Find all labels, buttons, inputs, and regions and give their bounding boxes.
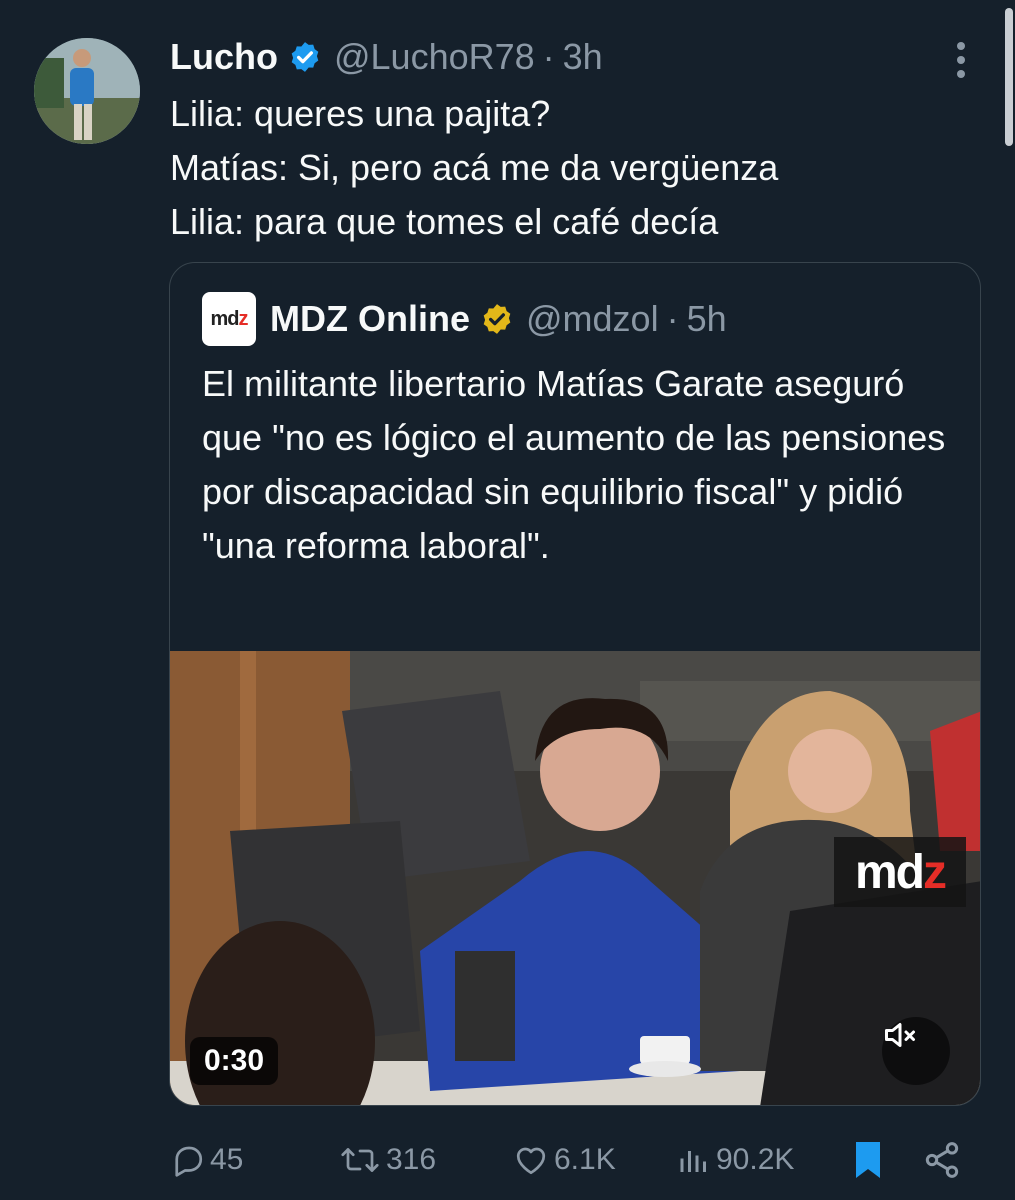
verified-badge-icon [288,40,322,74]
tweet-header: Lucho @LuchoR78 · 3h [170,32,603,82]
gold-verified-badge-icon [480,302,514,336]
tweet-text: Lilia: queres una pajita? Matías: Si, pe… [170,87,970,249]
reply-icon [170,1142,206,1178]
author-handle[interactable]: @LuchoR78 [334,36,535,78]
tweet-line: Matías: Si, pero acá me da vergüenza [170,147,779,188]
author-name[interactable]: Lucho [170,36,278,78]
video-duration: 0:30 [190,1037,279,1085]
mute-icon[interactable] [882,1017,950,1085]
bookmark-button[interactable] [850,1138,886,1182]
tweet-timestamp[interactable]: 3h [563,36,603,78]
video-player[interactable]: md z 0:30 [170,651,980,1105]
tweet-line: Lilia: queres una pajita? [170,93,551,134]
like-icon [512,1142,550,1178]
like-count: 6.1K [554,1143,616,1176]
reply-count: 45 [210,1143,244,1176]
quoted-author-name[interactable]: MDZ Online [270,298,470,340]
retweet-icon [338,1142,382,1178]
bookmark-icon [850,1140,886,1180]
quoted-avatar-logo[interactable]: md z [202,292,256,346]
quoted-timestamp[interactable]: 5h [687,298,727,340]
scrollbar-track[interactable] [1000,0,1015,1200]
retweet-count: 316 [386,1143,437,1176]
quoted-tweet-text: El militante libertario Matías Garate as… [202,363,946,566]
share-icon [922,1140,962,1180]
scrollbar-thumb[interactable] [1005,8,1013,146]
action-bar: 45 316 6.1K 90.2K [170,1138,970,1182]
share-button[interactable] [922,1138,962,1182]
reply-button[interactable]: 45 [170,1138,243,1182]
views-button[interactable]: 90.2K [676,1138,794,1182]
retweet-button[interactable]: 316 [338,1138,436,1182]
views-icon [676,1142,712,1178]
video-watermark-logo: md z [834,837,966,907]
quoted-author-handle[interactable]: @mdzol [526,298,659,340]
avatar[interactable] [34,38,140,144]
quoted-tweet[interactable]: md z MDZ Online @mdzol · 5h El militante … [169,262,981,1106]
separator-dot: · [542,36,555,77]
tweet-line: Lilia: para que tomes el café decía [170,201,719,242]
quoted-tweet-header: md z MDZ Online @mdzol · 5h [202,291,727,347]
like-button[interactable]: 6.1K [512,1138,616,1182]
more-icon[interactable] [945,40,977,80]
separator-dot: · [666,298,679,339]
views-count: 90.2K [716,1143,795,1176]
